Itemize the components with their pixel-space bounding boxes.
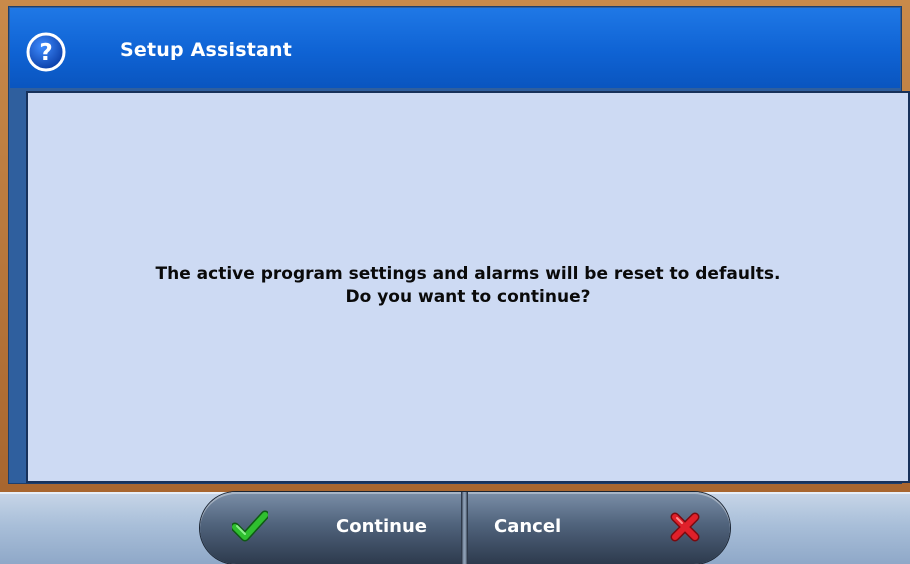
continue-button[interactable]: Continue: [200, 492, 463, 564]
check-icon: [232, 510, 268, 542]
message-line-1: The active program settings and alarms w…: [155, 264, 781, 284]
dialog-message: The active program settings and alarms w…: [28, 263, 908, 309]
dialog-title: Setup Assistant: [120, 39, 293, 61]
x-icon: [670, 512, 700, 542]
message-panel: The active program settings and alarms w…: [26, 91, 910, 483]
setup-assistant-dialog: ? Setup Assistant The active program set…: [8, 6, 910, 484]
button-divider: [461, 492, 468, 564]
svg-text:?: ?: [39, 40, 52, 66]
title-bar: ? Setup Assistant: [10, 8, 900, 88]
cancel-button[interactable]: Cancel: [468, 492, 730, 564]
cancel-label: Cancel: [494, 516, 562, 537]
message-line-2: Do you want to continue?: [345, 287, 591, 307]
help-question-icon[interactable]: ?: [26, 32, 66, 72]
continue-label: Continue: [336, 516, 428, 537]
dialog-button-group: Continue Cancel: [200, 492, 730, 564]
